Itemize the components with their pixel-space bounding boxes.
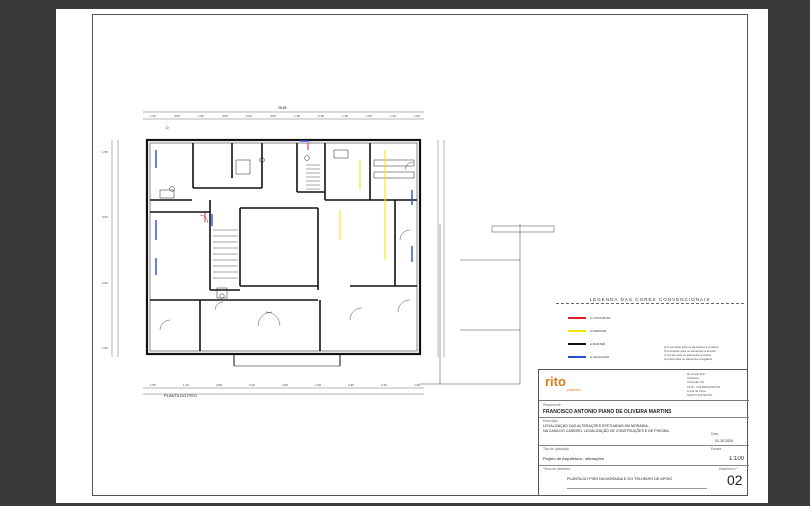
architect-info: Henrique Rito Arquiteto Inscrição OA 213… bbox=[687, 372, 720, 397]
interior-walls bbox=[150, 143, 417, 351]
legend-swatch bbox=[568, 329, 586, 332]
top-dim: 1.40 bbox=[390, 114, 396, 118]
escala-label: Escala bbox=[711, 447, 722, 451]
legend-title: LEGENDA DAS CORES CONVENCIONAIS bbox=[589, 297, 711, 302]
legend-swatch bbox=[568, 316, 586, 319]
bottom-dim: 1.65 bbox=[414, 383, 420, 387]
shed-outline bbox=[420, 224, 555, 385]
bottom-dim: 2.80 bbox=[216, 383, 222, 387]
bottom-dim: 1.40 bbox=[183, 383, 189, 387]
legend-item: A CONSTRUIR bbox=[568, 311, 611, 324]
drawing-title: PLANTA DO PISO DA MORADIA E DO TELHEIRO … bbox=[567, 477, 673, 481]
sheet-number: 02 bbox=[727, 472, 743, 488]
top-dim: 2.45 bbox=[318, 114, 324, 118]
demolish-marks bbox=[339, 150, 386, 260]
description-line: NA CASA DO CASEIRO, LEGALIZAÇÃO DE CONST… bbox=[543, 429, 670, 433]
bottom-dim: 3.40 bbox=[249, 383, 255, 387]
data-label: Data bbox=[711, 432, 719, 436]
sanitary-fixtures bbox=[159, 149, 415, 299]
bottom-dims-row: 1.55 1.40 2.80 3.40 3.60 1.45 3.45 1.60 … bbox=[150, 383, 420, 387]
divider bbox=[539, 465, 749, 466]
top-dim: 1.30 bbox=[150, 114, 156, 118]
bottom-dim: 1.55 bbox=[150, 383, 156, 387]
top-dim: 1.95 bbox=[198, 114, 204, 118]
title-block: rito projectos Henrique Rito Arquiteto I… bbox=[538, 369, 749, 495]
top-dim: 0.90 bbox=[222, 114, 228, 118]
project-date: 01.10.2024 bbox=[715, 439, 733, 443]
project-type: Projeto de Arquitetura - alterações bbox=[543, 456, 604, 461]
top-dim: 1.45 bbox=[342, 114, 348, 118]
legend-item: A MANTER bbox=[568, 337, 611, 350]
side-dim: 2.50 bbox=[102, 280, 108, 285]
scale-value: 1:100 bbox=[729, 456, 745, 462]
stairs bbox=[213, 164, 320, 279]
legend-label: A MANTER bbox=[590, 341, 606, 346]
bottom-dim: 3.45 bbox=[348, 383, 354, 387]
project-description: LEGALIZAÇÃO DAS ALTERAÇÕES EFETUADAS EM … bbox=[543, 424, 670, 434]
divider bbox=[539, 417, 749, 418]
company-logo: rito bbox=[545, 374, 566, 389]
overall-width-dim: 28.65 bbox=[278, 106, 287, 110]
info-line: SANTO ESTEVÃO bbox=[687, 393, 713, 398]
legend-item: A DEMOLIR bbox=[568, 324, 611, 337]
tipo-label: Tipo de aplicação bbox=[543, 447, 570, 451]
side-dim: 3.60 bbox=[102, 215, 108, 220]
legend-item: A LEGALIZAR bbox=[568, 350, 611, 363]
plan-caption: PLANTA DO PISO bbox=[164, 393, 197, 398]
top-dim: 1.65 bbox=[366, 114, 372, 118]
title-block-header: rito projectos Henrique Rito Arquiteto I… bbox=[539, 370, 749, 401]
footer-line bbox=[567, 488, 707, 489]
legend-notes: a) A vermelho para os elementos a constr… bbox=[664, 345, 719, 361]
bottom-dim: 3.60 bbox=[282, 383, 288, 387]
color-legend: LEGENDA DAS CORES CONVENCIONAIS A CONSTR… bbox=[556, 297, 744, 369]
side-dims-column: 1.55 3.60 2.50 1.55 bbox=[102, 150, 108, 350]
desenho-label: Título do desenho bbox=[543, 467, 571, 471]
side-dim: 1.55 bbox=[102, 345, 108, 350]
legend-label: A DEMOLIR bbox=[590, 328, 607, 333]
bottom-dim: 1.45 bbox=[315, 383, 321, 387]
company-logo-sub: projectos bbox=[567, 388, 581, 392]
legend-note: d) A azul para os elementos a legalizar bbox=[664, 357, 713, 361]
exterior-walls bbox=[145, 138, 422, 367]
requerente-label: Requerente bbox=[543, 403, 561, 407]
legend-divider bbox=[556, 303, 744, 304]
top-dim: 1.80 bbox=[414, 114, 420, 118]
side-dim: 1.55 bbox=[102, 150, 108, 154]
axis-marker: D bbox=[166, 126, 169, 130]
top-dim: 2.20 bbox=[246, 114, 252, 118]
numero-label: Desenho n.º bbox=[719, 467, 738, 471]
top-dims-row: 1.30 0.90 1.95 0.90 2.20 0.90 1.45 2.45 … bbox=[150, 114, 420, 118]
legend-swatch bbox=[568, 355, 586, 358]
divider bbox=[539, 445, 749, 446]
legend-items: A CONSTRUIR A DEMOLIR A MANTER A LEGALIZ… bbox=[568, 311, 611, 363]
top-dim: 0.90 bbox=[270, 114, 276, 118]
top-dim: 0.90 bbox=[174, 114, 180, 118]
legend-label: A CONSTRUIR bbox=[590, 315, 611, 320]
bottom-dim: 1.60 bbox=[381, 383, 387, 387]
legend-swatch bbox=[568, 342, 586, 345]
legend-label: A LEGALIZAR bbox=[590, 354, 610, 359]
build-marks bbox=[204, 143, 309, 222]
descricao-label: Descrição bbox=[543, 419, 559, 423]
owner-name: FRANCISCO ANTÓNIO PIANO DE OLIVEIRA MART… bbox=[543, 409, 672, 415]
top-dim: 1.45 bbox=[294, 114, 300, 118]
